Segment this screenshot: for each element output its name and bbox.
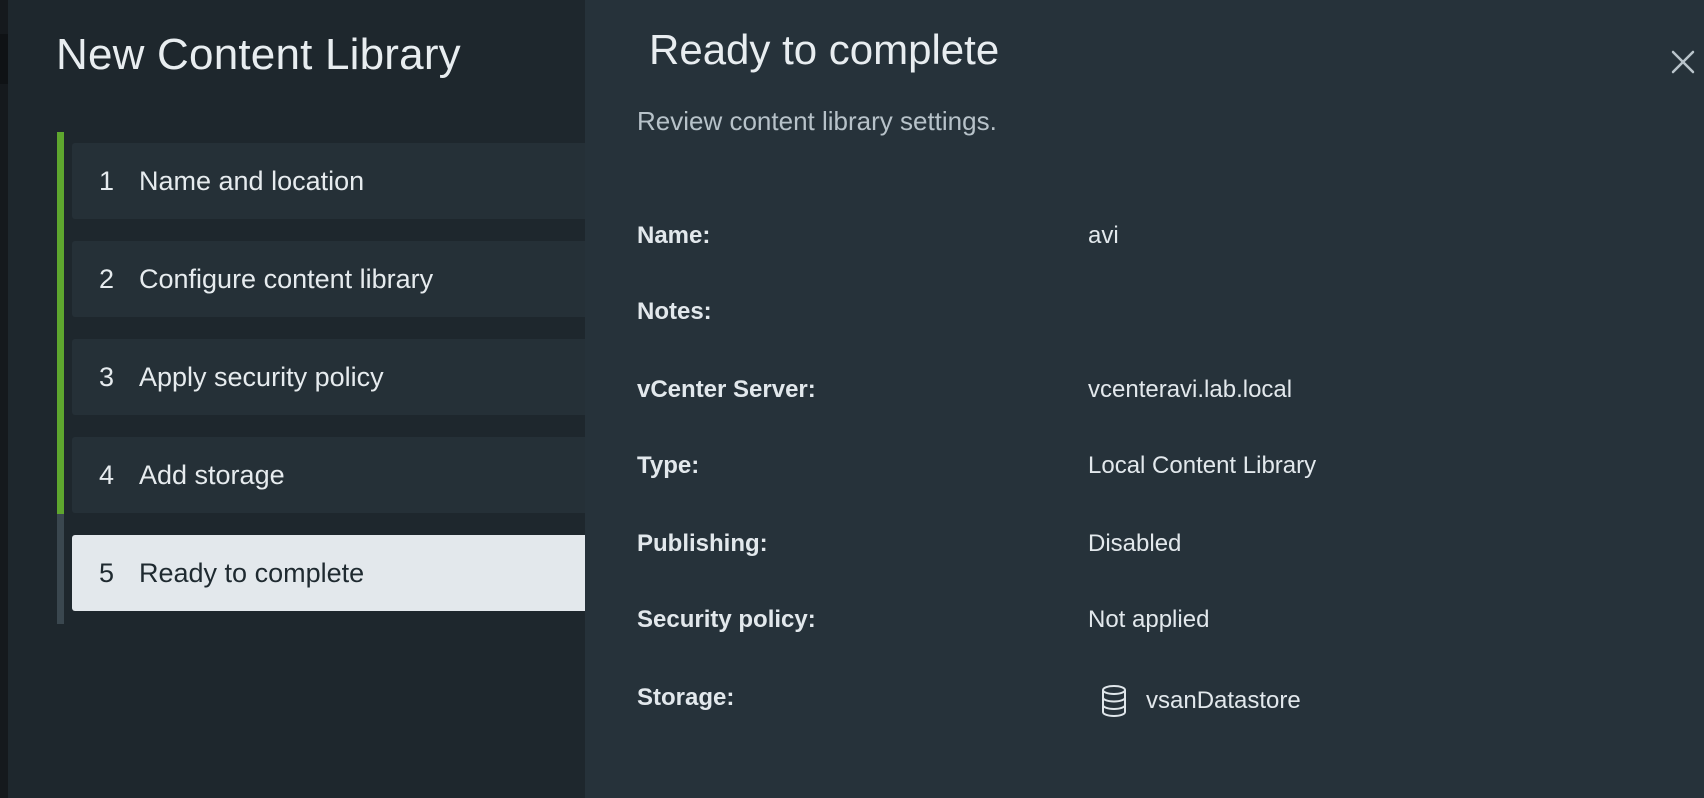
close-icon — [1671, 50, 1695, 74]
wizard-step-add-storage[interactable]: 4 Add storage — [72, 437, 590, 513]
step-label: Apply security policy — [139, 361, 384, 392]
step-progress-track — [57, 132, 64, 624]
summary-label: Storage: — [637, 684, 735, 711]
step-number: 1 — [99, 165, 115, 196]
summary-row-type: Type: Local Content Library — [637, 452, 1697, 492]
step-number: 5 — [99, 557, 115, 588]
summary-row-security-policy: Security policy: Not applied — [637, 606, 1697, 646]
summary-label: Type: — [637, 452, 700, 479]
step-number: 4 — [99, 459, 115, 490]
wizard-step-configure-content-library[interactable]: 2 Configure content library — [72, 241, 590, 317]
summary-value: vcenteravi.lab.local — [1088, 376, 1293, 403]
summary-row-publishing: Publishing: Disabled — [637, 530, 1697, 570]
step-label: Configure content library — [139, 263, 434, 294]
wizard-title: New Content Library — [56, 30, 461, 79]
step-label: Ready to complete — [139, 557, 365, 588]
summary-row-storage: Storage: vsanDatastore — [637, 684, 1697, 726]
storage-name: vsanDatastore — [1146, 687, 1301, 714]
summary-row-name: Name: avi — [637, 222, 1697, 262]
summary-row-vcenter-server: vCenter Server: vcenteravi.lab.local — [637, 376, 1697, 416]
page-subtitle: Review content library settings. — [637, 106, 997, 136]
summary-value: Disabled — [1088, 530, 1182, 557]
summary-label: vCenter Server: — [637, 376, 816, 403]
step-number: 3 — [99, 361, 115, 392]
summary-value: Not applied — [1088, 606, 1210, 633]
summary-label: Security policy: — [637, 606, 816, 633]
wizard-step-apply-security-policy[interactable]: 3 Apply security policy — [72, 339, 590, 415]
wizard-step-ready-to-complete[interactable]: 5 Ready to complete — [72, 535, 590, 611]
step-label: Name and location — [139, 165, 365, 196]
summary-label: Publishing: — [637, 530, 768, 557]
summary-value: avi — [1088, 222, 1119, 249]
wizard-steps-panel: New Content Library 1 Name and location … — [8, 0, 590, 798]
summary-label: Name: — [637, 222, 711, 249]
summary-label: Notes: — [637, 298, 712, 325]
wizard-content-panel: Ready to complete Review content library… — [585, 0, 1704, 798]
storage-value: vsanDatastore — [1088, 684, 1301, 718]
step-label: Add storage — [139, 459, 285, 490]
step-number: 2 — [99, 263, 115, 294]
step-progress-complete — [57, 132, 64, 514]
summary-row-notes: Notes: — [637, 298, 1697, 338]
background-window-notch — [0, 34, 8, 84]
close-button[interactable] — [1665, 44, 1701, 80]
wizard-step-name-and-location[interactable]: 1 Name and location — [72, 143, 590, 219]
datastore-icon — [1102, 685, 1126, 718]
summary-value: Local Content Library — [1088, 452, 1317, 479]
content-library-wizard: New Content Library 1 Name and location … — [0, 0, 1704, 798]
background-window-edge — [0, 0, 8, 798]
page-title: Ready to complete — [649, 26, 1000, 73]
